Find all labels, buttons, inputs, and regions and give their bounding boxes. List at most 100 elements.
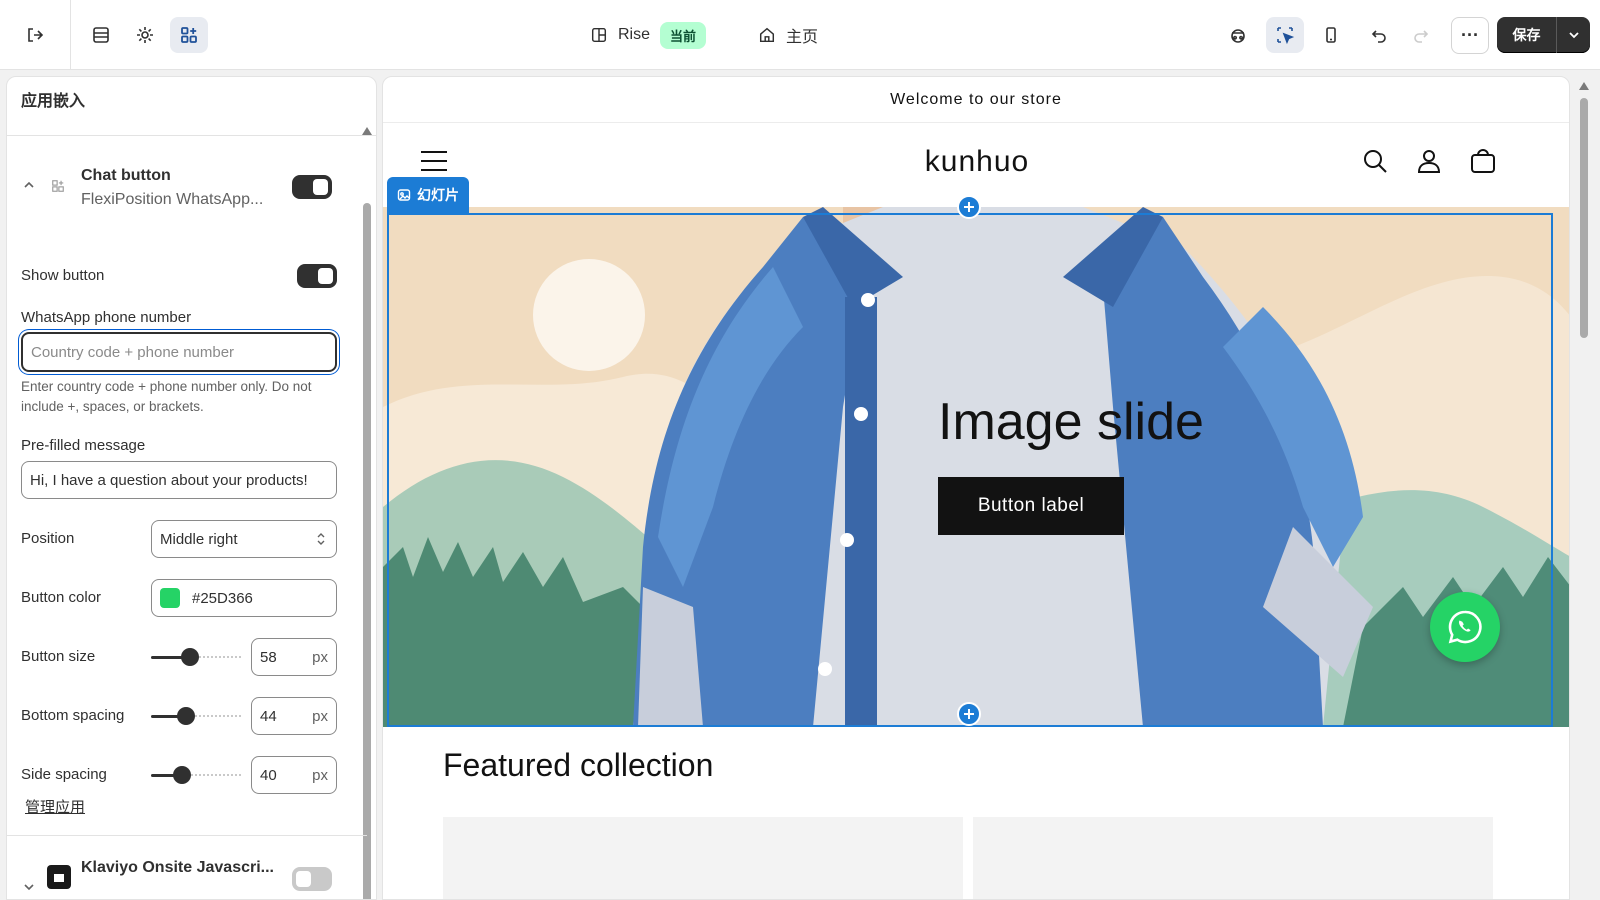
embed-header-chat-button[interactable]: Chat button FlexiPosition WhatsApp... [21, 157, 346, 219]
storefront-preview: Welcome to our store kunhuo Image slide … [382, 76, 1570, 900]
app-icon [47, 175, 69, 197]
save-button-group: 保存 [1497, 17, 1590, 53]
save-button[interactable]: 保存 [1497, 17, 1557, 53]
button-size-slider[interactable] [151, 647, 241, 667]
ellipsis-icon: ··· [1461, 25, 1479, 45]
slide-cta-button[interactable]: Button label [938, 477, 1124, 535]
slideshow-icon [397, 189, 411, 201]
product-card[interactable] [443, 817, 963, 899]
embed-header-klaviyo[interactable]: Klaviyo Onsite Javascri... [21, 857, 346, 897]
button-size-value: 58 [260, 648, 277, 666]
message-label: Pre-filled message [21, 437, 146, 454]
whatsapp-icon [1448, 610, 1482, 644]
embed-subtitle: FlexiPosition WhatsApp... [81, 191, 264, 208]
theme-selector[interactable]: Rise 当前 [590, 20, 707, 50]
sections-icon[interactable] [82, 17, 120, 53]
position-select[interactable]: Middle right [151, 520, 337, 558]
button-color-label: Button color [21, 589, 102, 606]
scrollbar-thumb[interactable] [363, 203, 371, 899]
side-spacing-input[interactable]: 40 px [251, 756, 337, 794]
unit-label: px [312, 766, 328, 784]
add-section-above-icon[interactable] [957, 195, 981, 219]
embed-title: Chat button [81, 167, 171, 184]
slide-illustration [383, 207, 1569, 727]
preview-scrollbar[interactable] [1574, 76, 1594, 900]
button-color-picker[interactable]: #25D366 [151, 579, 337, 617]
phone-input[interactable]: Country code + phone number [21, 332, 337, 372]
side-spacing-value: 40 [260, 766, 277, 784]
phone-placeholder: Country code + phone number [31, 343, 235, 361]
embed-title: Klaviyo Onsite Javascri... [81, 859, 274, 876]
chevron-up-icon[interactable] [21, 177, 37, 193]
gear-icon[interactable] [126, 17, 164, 53]
select-element-icon[interactable] [1266, 17, 1304, 53]
inspector-icon[interactable] [1219, 17, 1257, 53]
store-name[interactable]: kunhuo [383, 145, 1569, 179]
sidebar-scrollbar[interactable] [362, 127, 372, 899]
scroll-up-arrow-icon[interactable] [362, 127, 372, 135]
layout-icon [591, 27, 607, 43]
featured-collection-title: Featured collection [443, 747, 714, 783]
slider-thumb[interactable] [177, 707, 195, 725]
bottom-spacing-slider[interactable] [151, 706, 241, 726]
add-section-below-icon[interactable] [957, 702, 981, 726]
embed-enabled-toggle[interactable] [292, 175, 332, 199]
top-toolbar: Rise 当前 主页 ··· 保存 [0, 0, 1600, 70]
scroll-up-arrow-icon[interactable] [1579, 82, 1589, 90]
current-badge: 当前 [660, 21, 707, 49]
show-button-label: Show button [21, 267, 105, 284]
redo-icon[interactable] [1402, 17, 1440, 53]
mobile-preview-icon[interactable] [1312, 17, 1350, 53]
whatsapp-chat-button[interactable] [1430, 592, 1500, 662]
slideshow-section[interactable] [383, 207, 1569, 727]
slider-thumb[interactable] [181, 648, 199, 666]
slider-track [187, 715, 241, 718]
unit-label: px [312, 648, 328, 666]
page-selector[interactable]: 主页 [758, 20, 818, 50]
show-button-toggle[interactable] [297, 264, 337, 288]
app-embeds-sidebar: 应用嵌入 Chat button FlexiPosition WhatsApp.… [6, 76, 377, 900]
announcement-text: Welcome to our store [890, 90, 1062, 108]
button-size-input[interactable]: 58 px [251, 638, 337, 676]
more-actions-button[interactable]: ··· [1451, 17, 1489, 54]
phone-help-text: Enter country code + phone number only. … [21, 379, 312, 414]
position-value: Middle right [160, 530, 238, 548]
manage-app-link[interactable]: 管理应用 [25, 796, 85, 817]
exit-icon[interactable] [16, 17, 54, 53]
message-input[interactable]: Hi, I have a question about your product… [21, 461, 337, 499]
klaviyo-enabled-toggle[interactable] [292, 867, 332, 891]
undo-icon[interactable] [1360, 17, 1398, 53]
slide-heading[interactable]: Image slide [938, 392, 1204, 452]
page-name: 主页 [786, 29, 819, 46]
cart-icon[interactable] [1469, 147, 1497, 175]
select-chevron-icon [317, 533, 325, 545]
product-card[interactable] [973, 817, 1493, 899]
bottom-spacing-value: 44 [260, 707, 277, 725]
section-tag[interactable]: 幻灯片 [387, 177, 469, 213]
side-spacing-slider[interactable] [151, 765, 241, 785]
unit-label: px [312, 707, 328, 725]
divider [7, 835, 367, 836]
chevron-down-icon[interactable] [21, 879, 37, 895]
side-spacing-label: Side spacing [21, 766, 107, 783]
search-icon[interactable] [1361, 147, 1389, 175]
chevron-down-icon [1568, 32, 1579, 39]
app-embeds-icon[interactable] [170, 17, 208, 53]
slider-track [183, 774, 241, 777]
save-options-button[interactable] [1557, 17, 1590, 53]
account-icon[interactable] [1415, 147, 1443, 175]
home-icon [759, 27, 775, 43]
klaviyo-app-icon [47, 865, 71, 889]
store-header: kunhuo [383, 123, 1569, 203]
slider-thumb[interactable] [173, 766, 191, 784]
button-size-label: Button size [21, 648, 96, 665]
announcement-bar: Welcome to our store [383, 77, 1569, 123]
theme-name: Rise [618, 26, 651, 43]
bottom-spacing-input[interactable]: 44 px [251, 697, 337, 735]
toolbar-divider [70, 0, 71, 70]
phone-label: WhatsApp phone number [21, 309, 192, 326]
bottom-spacing-label: Bottom spacing [21, 707, 125, 724]
color-swatch[interactable] [160, 588, 180, 608]
button-color-value: #25D366 [192, 589, 253, 607]
scrollbar-thumb[interactable] [1580, 98, 1588, 338]
